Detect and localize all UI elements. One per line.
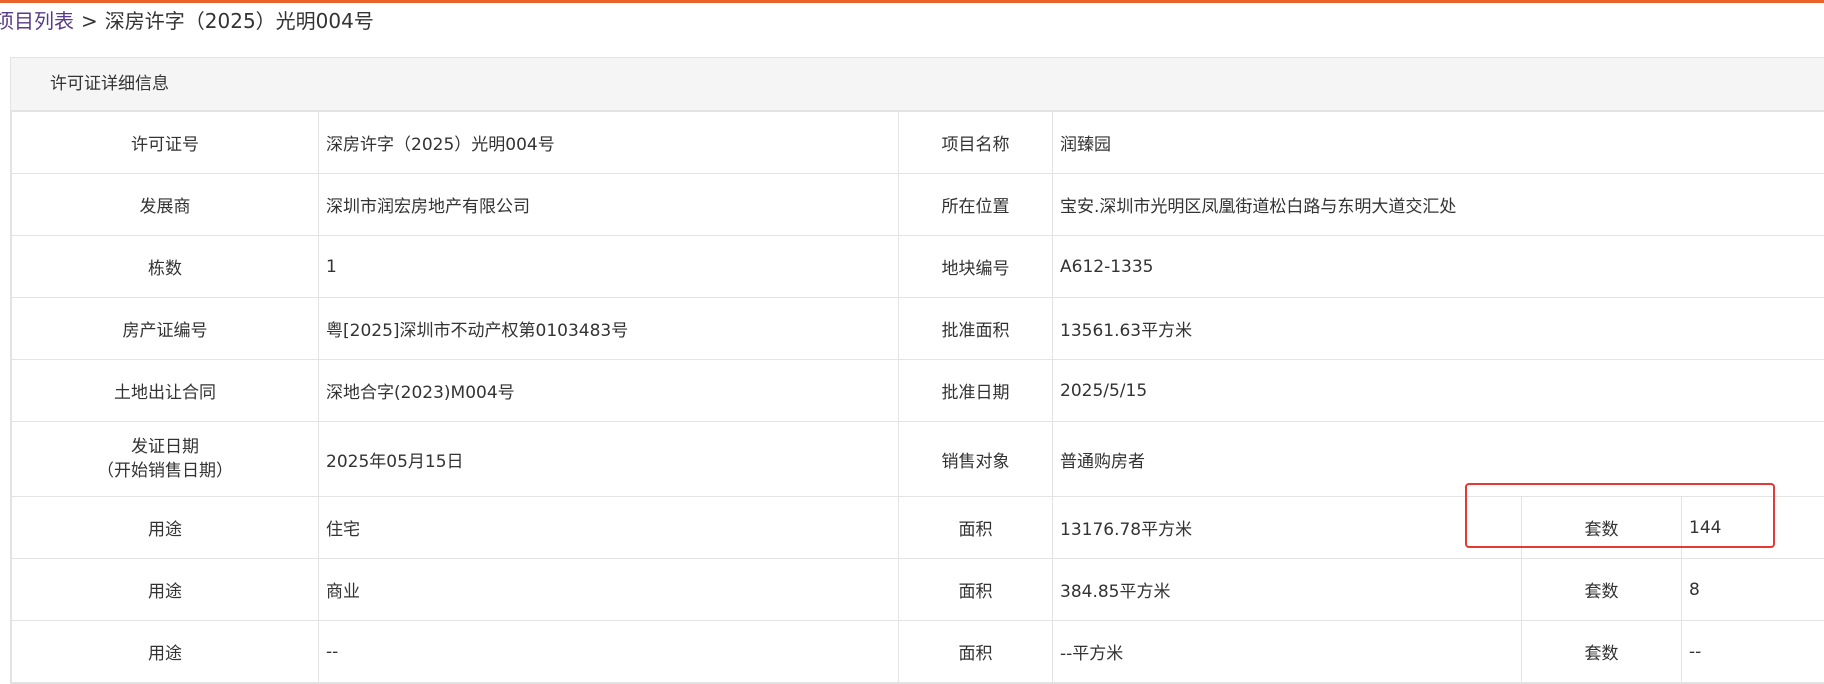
breadcrumb-current: 深房许字（2025）光明004号 <box>104 9 374 33</box>
issue-date-label-line2: （开始销售日期） <box>97 461 233 481</box>
issue-date-label-line1: 发证日期 <box>131 437 199 457</box>
table-row: 土地出让合同 深地合字(2023)M004号 批准日期 2025/5/15 <box>11 359 1824 422</box>
issue-date-label: 发证日期 （开始销售日期） <box>11 421 319 497</box>
property-cert-label: 房产证编号 <box>11 297 319 360</box>
breadcrumb-separator: > <box>81 9 98 33</box>
property-cert-value: 粤[2025]深圳市不动产权第0103483号 <box>318 297 899 360</box>
area-value: --平方米 <box>1052 620 1522 683</box>
area-value: 13176.78平方米 <box>1052 496 1522 559</box>
approved-date-label: 批准日期 <box>898 359 1053 422</box>
sales-target-label: 销售对象 <box>898 421 1053 497</box>
area-label: 面积 <box>898 496 1053 559</box>
buildings-value: 1 <box>318 235 899 298</box>
approved-area-value: 13561.63平方米 <box>1052 297 1824 360</box>
usage-row: 用途 商业 面积 384.85平方米 套数 8 <box>11 558 1824 621</box>
project-name-label: 项目名称 <box>898 111 1053 174</box>
area-label: 面积 <box>898 620 1053 683</box>
approved-area-label: 批准面积 <box>898 297 1053 360</box>
approved-date-value: 2025/5/15 <box>1052 359 1824 422</box>
usage-label: 用途 <box>11 496 319 559</box>
units-value: 144 <box>1681 496 1824 559</box>
units-value: 8 <box>1681 558 1824 621</box>
units-label: 套数 <box>1521 620 1682 683</box>
table-row: 发展商 深圳市润宏房地产有限公司 所在位置 宝安.深圳市光明区凤凰街道松白路与东… <box>11 173 1824 236</box>
location-value: 宝安.深圳市光明区凤凰街道松白路与东明大道交汇处 <box>1052 173 1824 236</box>
usage-value: 住宅 <box>318 496 899 559</box>
table-row: 房产证编号 粤[2025]深圳市不动产权第0103483号 批准面积 13561… <box>11 297 1824 360</box>
permit-detail-panel: 许可证详细信息 许可证号 深房许字（2025）光明004号 项目名称 润臻园 发… <box>10 57 1824 684</box>
units-label: 套数 <box>1521 496 1682 559</box>
developer-label: 发展商 <box>11 173 319 236</box>
top-accent-bar <box>0 0 1824 3</box>
area-label: 面积 <box>898 558 1053 621</box>
location-label: 所在位置 <box>898 173 1053 236</box>
usage-value: -- <box>318 620 899 683</box>
buildings-label: 栋数 <box>11 235 319 298</box>
usage-row: 用途 -- 面积 --平方米 套数 -- <box>11 620 1824 683</box>
breadcrumb-project-list-link[interactable]: 项目列表 <box>0 9 74 33</box>
breadcrumb: 项目列表 > 深房许字（2025）光明004号 <box>0 6 374 36</box>
usage-label: 用途 <box>11 620 319 683</box>
usage-value: 商业 <box>318 558 899 621</box>
area-value: 384.85平方米 <box>1052 558 1522 621</box>
sales-target-value: 普通购房者 <box>1052 421 1824 497</box>
issue-date-value: 2025年05月15日 <box>318 421 899 497</box>
parcel-no-value: A612-1335 <box>1052 235 1824 298</box>
land-contract-label: 土地出让合同 <box>11 359 319 422</box>
table-row: 栋数 1 地块编号 A612-1335 <box>11 235 1824 298</box>
table-row: 发证日期 （开始销售日期） 2025年05月15日 销售对象 普通购房者 <box>11 421 1824 497</box>
usage-row: 用途 住宅 面积 13176.78平方米 套数 144 <box>11 496 1824 559</box>
land-contract-value: 深地合字(2023)M004号 <box>318 359 899 422</box>
project-name-value: 润臻园 <box>1052 111 1824 174</box>
units-value: -- <box>1681 620 1824 683</box>
usage-label: 用途 <box>11 558 319 621</box>
permit-no-label: 许可证号 <box>11 111 319 174</box>
table-row: 许可证号 深房许字（2025）光明004号 项目名称 润臻园 <box>11 111 1824 174</box>
parcel-no-label: 地块编号 <box>898 235 1053 298</box>
developer-value: 深圳市润宏房地产有限公司 <box>318 173 899 236</box>
permit-detail-table: 许可证号 深房许字（2025）光明004号 项目名称 润臻园 发展商 深圳市润宏… <box>11 111 1824 683</box>
panel-title: 许可证详细信息 <box>11 58 1824 111</box>
permit-no-value: 深房许字（2025）光明004号 <box>318 111 899 174</box>
units-label: 套数 <box>1521 558 1682 621</box>
